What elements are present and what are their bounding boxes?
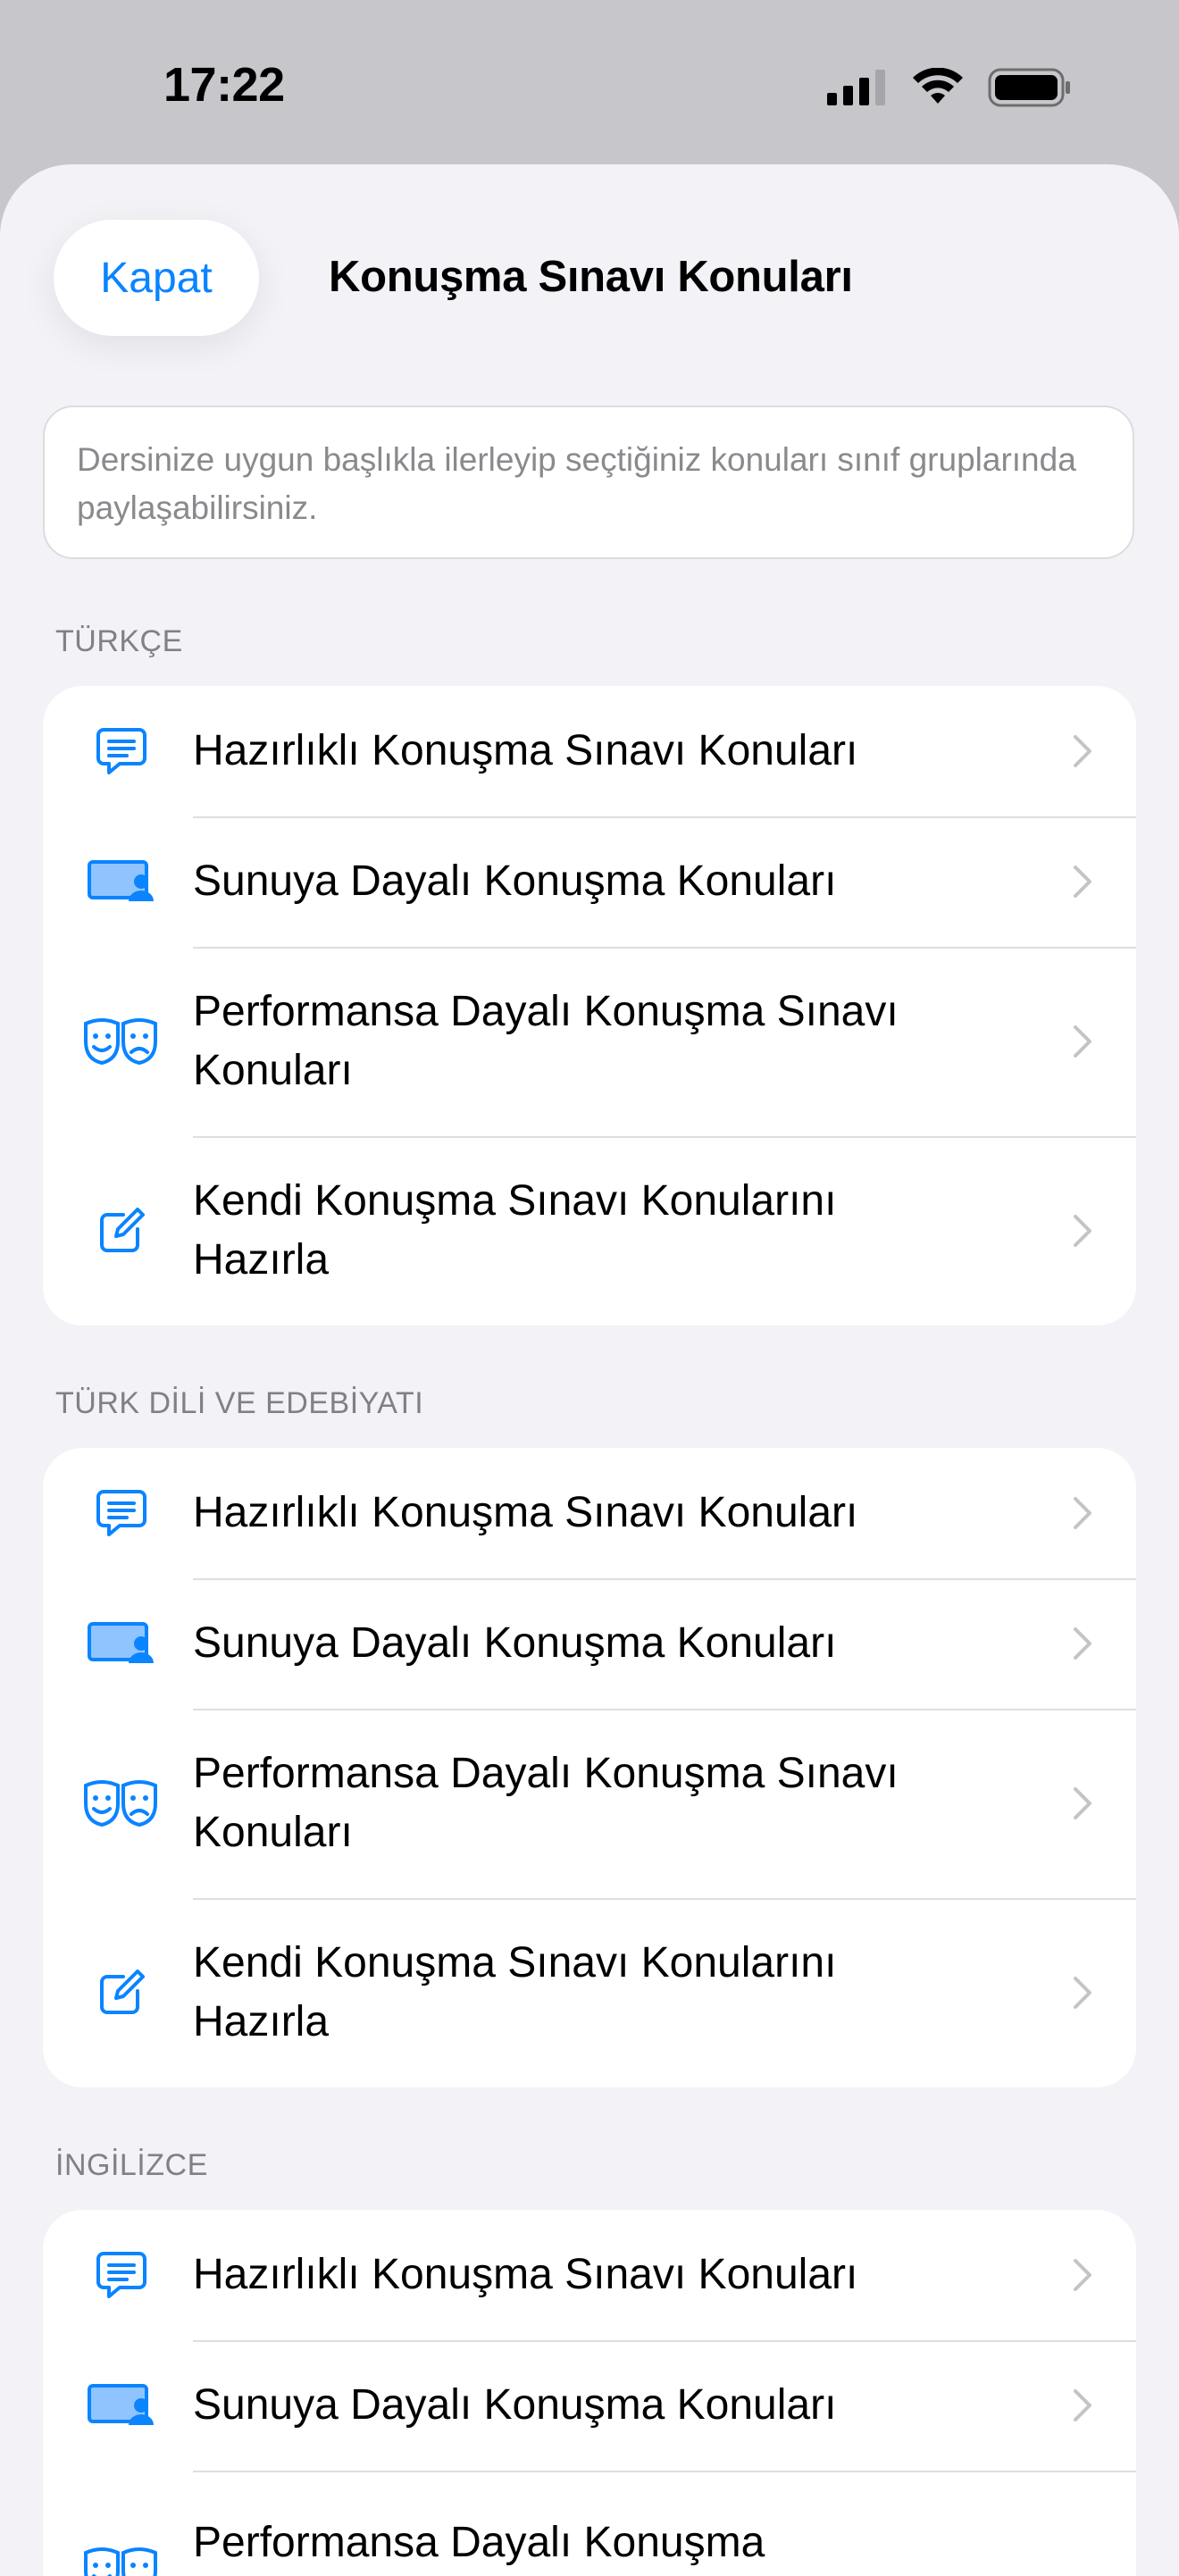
message-icon <box>82 1486 161 1540</box>
list-item-label: Sunuya Dayalı Konuşma Konuları <box>193 2381 837 2429</box>
list-item[interactable]: Performansa Dayalı Konuşma Sınavı Konula… <box>43 1709 1136 1898</box>
section-group-turkce: Hazırlıklı Konuşma Sınavı Konuları Sunuy… <box>43 686 1136 1326</box>
info-box: Dersinize uygun başlıkla ilerleyip seçti… <box>43 406 1134 559</box>
cellular-signal-icon <box>827 70 885 105</box>
list-item[interactable]: Sunuya Dayalı Konuşma Konuları <box>43 816 1136 947</box>
chevron-right-icon <box>1074 2389 1091 2421</box>
chevron-right-icon <box>1074 1627 1091 1660</box>
list-item-label: Performansa Dayalı Konuşma Sınavı Konula… <box>193 988 899 1094</box>
list-item-label: Sunuya Dayalı Konuşma Konuları <box>193 1619 837 1667</box>
chevron-right-icon <box>1074 1977 1091 2009</box>
list-item[interactable]: Hazırlıklı Konuşma Sınavı Konuları <box>43 1448 1136 1578</box>
edit-icon <box>82 1968 161 2018</box>
page-title: Konuşma Sınavı Konuları <box>329 253 853 301</box>
message-icon <box>82 724 161 778</box>
chevron-right-icon <box>1074 866 1091 898</box>
presentation-icon <box>82 2382 161 2429</box>
section-header-turkce: TÜRKÇE <box>55 624 183 658</box>
list-item[interactable]: Sunuya Dayalı Konuşma Konuları <box>43 1578 1136 1709</box>
list-item-label: Kendi Konuşma Sınavı Konularını Hazırla <box>193 1177 837 1284</box>
chevron-right-icon <box>1074 1497 1091 1529</box>
edit-icon <box>82 1206 161 1256</box>
chevron-right-icon <box>1074 1025 1091 1058</box>
chevron-right-icon <box>1074 1215 1091 1247</box>
list-item-label: Hazırlıklı Konuşma Sınavı Konuları <box>193 1489 858 1536</box>
close-button[interactable]: Kapat <box>54 220 259 336</box>
list-item[interactable]: Kendi Konuşma Sınavı Konularını Hazırla <box>43 1898 1136 2087</box>
list-item-label: Sunuya Dayalı Konuşma Konuları <box>193 857 837 905</box>
status-icons <box>827 63 1072 113</box>
list-item-label: Kendi Konuşma Sınavı Konularını Hazırla <box>193 1939 837 2045</box>
battery-icon <box>988 68 1070 107</box>
list-item-label: Performansa Dayalı Konuşma Sınavı Konula… <box>193 1750 899 1856</box>
wifi-icon <box>913 68 963 104</box>
theater-masks-icon <box>82 1777 161 1830</box>
chevron-right-icon <box>1074 1787 1091 1819</box>
chevron-right-icon <box>1074 2259 1091 2291</box>
status-time: 17:22 <box>163 58 285 112</box>
list-item[interactable]: Performansa Dayalı Konuşma Sınavı Konula… <box>43 947 1136 1136</box>
list-item[interactable]: Sunuya Dayalı Konuşma Konuları <box>43 2340 1136 2471</box>
presentation-icon <box>82 1620 161 1667</box>
list-item[interactable]: Performansa Dayalı Konuşma <box>43 2471 1136 2576</box>
list-item[interactable]: Hazırlıklı Konuşma Sınavı Konuları <box>43 2210 1136 2340</box>
theater-masks-icon <box>82 1015 161 1068</box>
list-item[interactable]: Kendi Konuşma Sınavı Konularını Hazırla <box>43 1136 1136 1326</box>
list-item-label: Hazırlıklı Konuşma Sınavı Konuları <box>193 727 858 774</box>
status-bar: 17:22 <box>0 0 1179 170</box>
section-header-turk-dili: TÜRK DİLİ VE EDEBİYATI <box>55 1386 424 1420</box>
list-item-label: Performansa Dayalı Konuşma <box>193 2519 765 2566</box>
chevron-right-icon <box>1074 735 1091 767</box>
theater-masks-icon <box>82 2544 161 2576</box>
section-group-turk-dili: Hazırlıklı Konuşma Sınavı Konuları Sunuy… <box>43 1448 1136 2087</box>
section-header-ingilizce: İNGİLİZCE <box>55 2148 208 2182</box>
list-item[interactable]: Hazırlıklı Konuşma Sınavı Konuları <box>43 686 1136 816</box>
list-item-label: Hazırlıklı Konuşma Sınavı Konuları <box>193 2251 858 2298</box>
presentation-icon <box>82 858 161 905</box>
section-group-ingilizce: Hazırlıklı Konuşma Sınavı Konuları Sunuy… <box>43 2210 1136 2576</box>
modal-sheet: Kapat Konuşma Sınavı Konuları Dersinize … <box>0 164 1179 2576</box>
message-icon <box>82 2248 161 2302</box>
